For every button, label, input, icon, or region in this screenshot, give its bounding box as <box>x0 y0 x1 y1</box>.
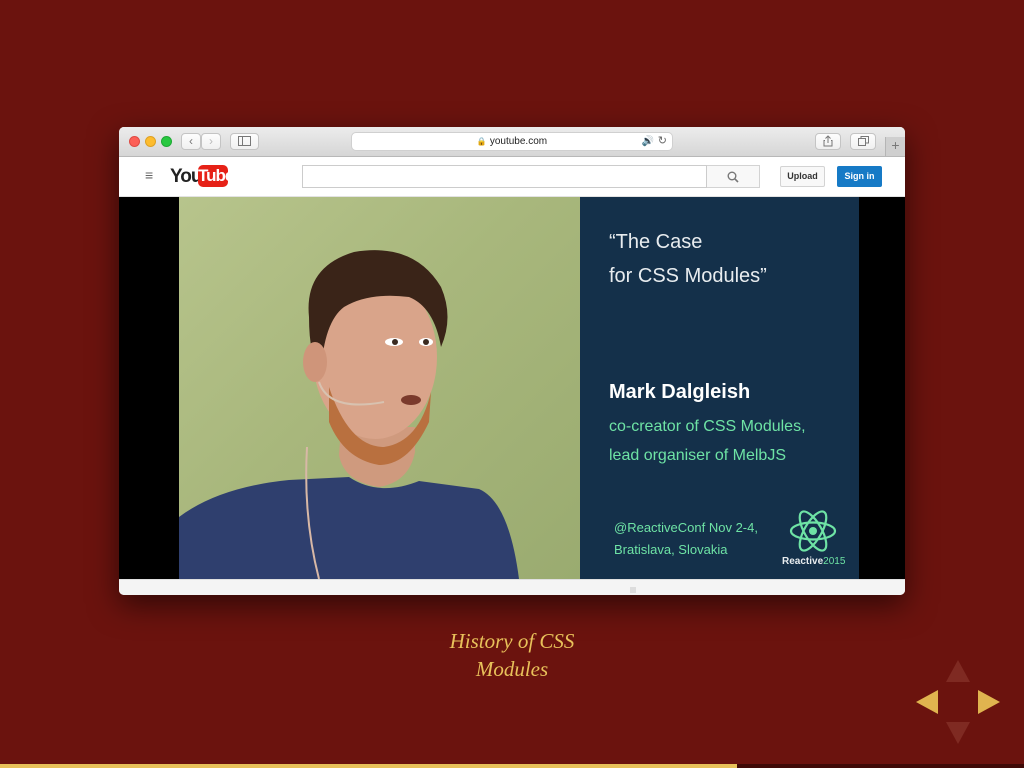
nav-up-arrow-icon <box>946 660 970 682</box>
conference-line2: Bratislava, Slovakia <box>614 542 728 557</box>
title-slide: “The Case for CSS Modules” Mark Dalgleis… <box>580 197 859 579</box>
caption-line2: Modules <box>475 657 549 681</box>
nav-down-arrow-icon <box>946 722 970 744</box>
react-atom-icon <box>789 510 837 552</box>
share-icon <box>823 135 833 147</box>
zoom-window-button[interactable] <box>161 136 172 147</box>
upload-button[interactable]: Upload <box>780 166 825 187</box>
speaker-name: Mark Dalgleish <box>609 381 751 403</box>
browser-toolbar: ‹ › 🔒 youtube.com 🔊 ↻ + <box>119 127 905 157</box>
reactive-logo-text: Reactive2015 <box>782 556 845 567</box>
sign-in-button[interactable]: Sign in <box>837 166 882 187</box>
new-tab-button[interactable]: + <box>885 137 905 156</box>
nav-right-arrow-icon[interactable] <box>978 690 1000 714</box>
sidebar-toggle-button[interactable] <box>230 133 259 150</box>
nav-left-arrow-icon[interactable] <box>916 690 938 714</box>
reactive-year: 2015 <box>823 556 846 567</box>
slide-title-line1: “The Case <box>609 231 703 253</box>
speaker-photo <box>179 197 580 579</box>
share-button[interactable] <box>815 133 841 150</box>
minimize-window-button[interactable] <box>145 136 156 147</box>
youtube-header: ≡ You Tube Upload Sign in <box>119 157 905 197</box>
sidebar-icon <box>238 136 251 146</box>
speaker-role-line1: co-creator of CSS Modules, <box>609 418 806 435</box>
presentation-progress-bar <box>0 764 1024 768</box>
url-text: youtube.com <box>489 136 548 147</box>
tabs-overview-button[interactable] <box>850 133 876 150</box>
chevron-right-icon: › <box>209 134 213 148</box>
close-window-button[interactable] <box>129 136 140 147</box>
slide-title: “The Case for CSS Modules” <box>609 225 849 293</box>
scroll-indicator <box>630 587 636 593</box>
conference-info: @ReactiveConf Nov 2-4, Bratislava, Slova… <box>614 517 794 561</box>
speaker-icon[interactable]: 🔊 <box>642 133 654 150</box>
speaker-role-line2: lead organiser of MelbJS <box>609 447 786 464</box>
conference-line1: @ReactiveConf Nov 2-4, <box>614 520 758 535</box>
logo-you-text: You <box>170 166 203 187</box>
page-bottom-strip <box>119 579 905 595</box>
reactive-label: Reactive <box>782 556 824 567</box>
speaker-illustration <box>179 250 519 579</box>
back-button[interactable]: ‹ <box>181 133 201 150</box>
browser-window: ‹ › 🔒 youtube.com 🔊 ↻ + ≡ You Tube Upload… <box>119 127 905 595</box>
address-bar[interactable]: 🔒 youtube.com 🔊 ↻ <box>351 132 673 151</box>
menu-icon[interactable]: ≡ <box>145 167 153 183</box>
forward-button[interactable]: › <box>201 133 221 150</box>
logo-tube-text: Tube <box>198 165 234 187</box>
video-player[interactable]: “The Case for CSS Modules” Mark Dalgleis… <box>119 197 905 579</box>
speaker-role: co-creator of CSS Modules, lead organise… <box>609 412 849 470</box>
search-input[interactable] <box>302 165 707 188</box>
chevron-left-icon: ‹ <box>189 134 193 148</box>
reload-icon[interactable]: ↻ <box>658 133 667 150</box>
caption-line1: History of CSS <box>449 629 575 653</box>
tabs-icon <box>857 136 869 146</box>
lock-icon: 🔒 <box>476 137 487 146</box>
search-icon <box>727 171 739 183</box>
slide-caption: History of CSS Modules <box>0 627 1024 683</box>
presentation-progress-fill <box>0 764 738 768</box>
slide-title-line2: for CSS Modules” <box>609 265 767 287</box>
search-button[interactable] <box>707 165 760 188</box>
